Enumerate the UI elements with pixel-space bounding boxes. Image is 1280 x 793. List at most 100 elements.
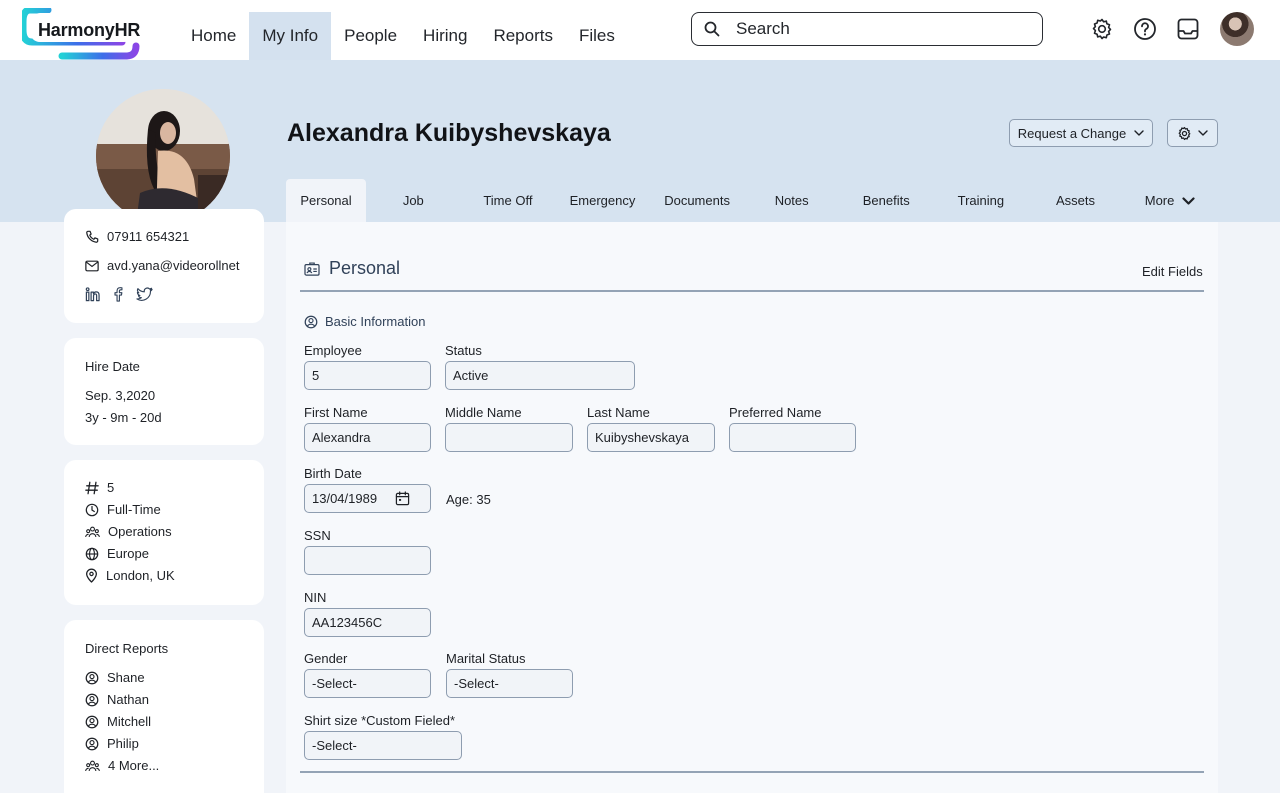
tab-benefits[interactable]: Benefits xyxy=(839,179,934,222)
department-row: Operations xyxy=(85,524,172,539)
clock-icon xyxy=(85,503,99,516)
nin-field[interactable] xyxy=(304,608,431,637)
nin-label: NIN xyxy=(304,590,327,605)
marital-status-label: Marital Status xyxy=(446,651,526,666)
tab-more-label: More xyxy=(1144,193,1175,208)
ssn-label: SSN xyxy=(304,528,331,543)
location-row: London, UK xyxy=(85,568,175,583)
department: Operations xyxy=(108,524,172,539)
nav-hiring[interactable]: Hiring xyxy=(410,12,480,60)
nav-files[interactable]: Files xyxy=(566,12,628,60)
employee-number: 5 xyxy=(107,480,115,495)
ssn-field[interactable] xyxy=(304,546,431,575)
shirt-size-select[interactable]: -Select- xyxy=(304,731,462,760)
tab-job[interactable]: Job xyxy=(366,179,461,222)
preferred-name-field[interactable] xyxy=(729,423,856,452)
nav-my-info[interactable]: My Info xyxy=(249,12,332,60)
team-icon xyxy=(85,526,100,537)
location: London, UK xyxy=(106,568,175,583)
contact-phone: 07911 654321 xyxy=(107,229,190,244)
direct-report-item[interactable]: Shane xyxy=(85,670,145,685)
linkedin-icon[interactable] xyxy=(85,287,100,302)
last-name-field[interactable] xyxy=(587,423,715,452)
section-heading: Personal xyxy=(304,258,400,279)
employee-label: Employee xyxy=(304,343,362,358)
direct-report-name: Mitchell xyxy=(107,714,152,729)
status-field[interactable] xyxy=(445,361,635,390)
contact-email-row[interactable]: avd.yana@videorollnet xyxy=(85,258,239,273)
middle-name-label: Middle Name xyxy=(445,405,522,420)
direct-report-name: Philip xyxy=(107,736,139,751)
top-navigation-bar: HarmonyHR Home My Info People Hiring Rep… xyxy=(0,0,1280,60)
profile-settings-button[interactable] xyxy=(1167,119,1218,147)
direct-reports-more-label: 4 More... xyxy=(108,758,160,773)
employment-type: Full-Time xyxy=(107,502,161,517)
tab-training[interactable]: Training xyxy=(934,179,1029,222)
id-card-icon xyxy=(304,261,320,276)
phone-icon xyxy=(86,230,99,243)
shirt-size-label: Shirt size *Custom Fieled* xyxy=(304,713,455,728)
birth-date-label: Birth Date xyxy=(304,466,362,481)
calendar-icon[interactable] xyxy=(395,491,410,506)
user-circle-icon xyxy=(85,693,99,706)
logo-text: HarmonyHR xyxy=(38,20,141,40)
chevron-down-icon xyxy=(1182,196,1195,205)
chevron-down-icon xyxy=(1134,130,1144,136)
direct-report-item[interactable]: Philip xyxy=(85,736,139,751)
middle-name-field[interactable] xyxy=(445,423,573,452)
region: Europe xyxy=(107,546,149,561)
hire-date-value: Sep. 3,2020 xyxy=(85,388,156,403)
hire-date-label: Hire Date xyxy=(85,359,140,374)
age-value: Age: 35 xyxy=(446,492,491,507)
tab-personal[interactable]: Personal xyxy=(286,179,366,222)
profile-photo xyxy=(96,89,230,223)
help-icon[interactable] xyxy=(1133,17,1157,41)
search-box[interactable] xyxy=(691,12,1043,46)
employee-field[interactable] xyxy=(304,361,431,390)
job-summary-card: 5 Full-Time Operations Europe London, UK xyxy=(64,460,264,605)
main-nav: Home My Info People Hiring Reports Files xyxy=(178,12,628,60)
direct-reports-title: Direct Reports xyxy=(85,641,169,656)
gear-icon[interactable] xyxy=(1090,17,1114,41)
twitter-icon[interactable] xyxy=(136,287,153,302)
user-avatar[interactable] xyxy=(1220,12,1254,46)
inbox-icon[interactable] xyxy=(1176,17,1200,41)
search-input[interactable] xyxy=(736,19,1016,39)
tab-assets[interactable]: Assets xyxy=(1028,179,1123,222)
status-label: Status xyxy=(445,343,482,358)
section-title: Personal xyxy=(329,258,401,278)
user-circle-icon xyxy=(85,737,99,750)
nav-reports[interactable]: Reports xyxy=(480,12,566,60)
nav-home[interactable]: Home xyxy=(178,12,249,60)
harmonyhr-logo[interactable]: HarmonyHR xyxy=(22,8,142,62)
last-name-label: Last Name xyxy=(587,405,650,420)
hash-icon xyxy=(85,481,99,494)
search-icon xyxy=(704,21,720,37)
preferred-name-label: Preferred Name xyxy=(729,405,822,420)
birth-date-field[interactable]: 13/04/1989 xyxy=(304,484,431,513)
nav-people[interactable]: People xyxy=(331,12,410,60)
marital-status-select[interactable]: -Select- xyxy=(446,669,573,698)
request-change-button[interactable]: Request a Change xyxy=(1009,119,1153,147)
tab-more[interactable]: More xyxy=(1123,179,1218,222)
first-name-label: First Name xyxy=(304,405,368,420)
tab-documents[interactable]: Documents xyxy=(650,179,745,222)
direct-report-item[interactable]: Nathan xyxy=(85,692,149,707)
facebook-icon[interactable] xyxy=(112,287,124,302)
user-circle-icon xyxy=(85,671,99,684)
direct-reports-more[interactable]: 4 More... xyxy=(85,758,159,773)
profile-photo-image xyxy=(96,89,230,223)
gender-select[interactable]: -Select- xyxy=(304,669,431,698)
first-name-field[interactable] xyxy=(304,423,431,452)
section-divider xyxy=(300,290,1204,292)
contact-phone-row[interactable]: 07911 654321 xyxy=(85,229,189,244)
tab-notes[interactable]: Notes xyxy=(744,179,839,222)
gender-label: Gender xyxy=(304,651,348,666)
location-pin-icon xyxy=(86,568,97,583)
edit-fields-link[interactable]: Edit Fields xyxy=(1142,264,1203,279)
direct-report-item[interactable]: Mitchell xyxy=(85,714,151,729)
tab-emergency[interactable]: Emergency xyxy=(555,179,650,222)
tab-time-off[interactable]: Time Off xyxy=(461,179,556,222)
contact-email: avd.yana@videorollnet xyxy=(107,258,240,273)
user-circle-icon xyxy=(304,315,318,328)
